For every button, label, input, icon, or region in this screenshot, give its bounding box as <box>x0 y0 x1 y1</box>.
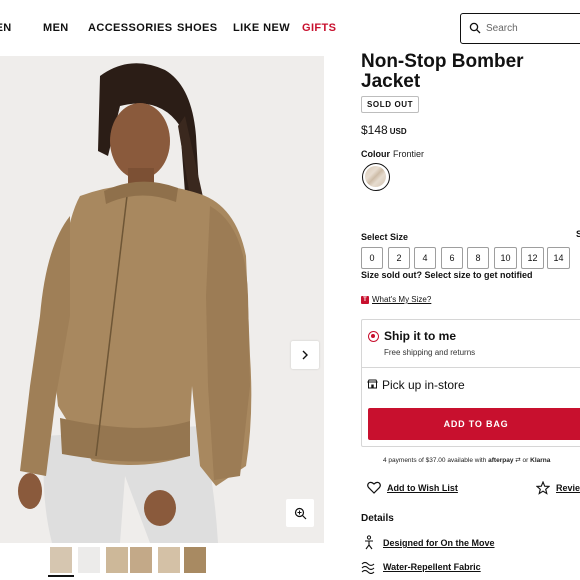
size-guide-edge-icon[interactable]: S <box>576 229 580 239</box>
person-running-icon <box>365 535 373 550</box>
payment-or: or <box>522 457 529 464</box>
nav-item-men[interactable]: MEN <box>43 22 69 34</box>
ship-option-subtitle: Free shipping and returns <box>384 348 476 357</box>
detail-item[interactable]: Designed for On the Move <box>361 535 495 551</box>
thumbnail-1[interactable] <box>48 547 74 577</box>
thumbnail-2[interactable] <box>78 547 100 573</box>
nav-item-shoes[interactable]: SHOES <box>177 22 218 34</box>
detail-label: Designed for On the Move <box>383 538 495 548</box>
product-title: Non-Stop Bomber Jacket <box>361 51 524 92</box>
nav-item-gifts[interactable]: GIFTS <box>302 22 336 34</box>
afterpay-icon: ⇄ <box>515 457 521 464</box>
store-icon <box>367 379 378 389</box>
zoom-in-icon <box>294 507 306 519</box>
search-input[interactable] <box>486 20 580 37</box>
price-currency: USD <box>389 127 407 136</box>
reviews-label: Review <box>556 483 580 493</box>
product-photo[interactable] <box>0 56 324 543</box>
size-guide-link[interactable]: T What's My Size? <box>361 295 431 304</box>
swatch-fill <box>365 166 386 187</box>
next-image-button[interactable] <box>291 341 319 369</box>
size-option[interactable]: 6 <box>441 247 463 269</box>
colour-label: Colour <box>361 149 390 159</box>
thumbnail-6[interactable] <box>184 547 206 573</box>
sold-out-note: Size sold out? Select size to get notifi… <box>361 270 533 280</box>
detail-item[interactable]: Water-Repellent Fabric <box>361 560 481 574</box>
search-box[interactable] <box>460 13 580 44</box>
wishlist-label: Add to Wish List <box>387 482 458 493</box>
payment-options: 4 payments of $37.00 available with afte… <box>383 456 550 464</box>
size-label: Select Size <box>361 232 409 242</box>
thumbnail-strip <box>0 543 324 580</box>
product-price: $148 USD <box>361 123 407 137</box>
add-to-bag-button[interactable]: ADD TO BAG <box>368 408 580 440</box>
size-option[interactable]: 4 <box>414 247 436 269</box>
size-option[interactable]: 0 <box>361 247 383 269</box>
chevron-right-icon <box>302 350 308 360</box>
thumbnail-3[interactable] <box>106 547 128 573</box>
top-navigation: MEN MEN ACCESSORIES SHOES LIKE NEW GIFTS <box>0 0 580 56</box>
size-option[interactable]: 14 <box>547 247 570 269</box>
payment-text: 4 payments of $37.00 available with <box>383 457 487 464</box>
product-image-gallery <box>0 56 324 543</box>
colour-value: Frontier <box>393 149 425 159</box>
size-option[interactable]: 8 <box>467 247 489 269</box>
size-guide-label: What's My Size? <box>372 295 432 304</box>
star-icon <box>536 481 550 495</box>
reviews-link[interactable]: Review <box>536 481 580 495</box>
nav-item-accessories[interactable]: ACCESSORIES <box>88 22 172 34</box>
divider <box>362 367 580 368</box>
heart-icon <box>367 481 381 494</box>
status-badge: SOLD OUT <box>361 96 420 113</box>
ship-option-title[interactable]: Ship it to me <box>384 329 456 343</box>
water-waves-icon <box>361 561 375 574</box>
colour-swatch-frontier[interactable] <box>362 163 390 191</box>
nav-item-women[interactable]: MEN <box>0 22 12 34</box>
search-icon <box>469 22 481 34</box>
afterpay-logo[interactable]: afterpay <box>488 457 513 464</box>
size-option[interactable]: 10 <box>494 247 517 269</box>
size-option[interactable]: 2 <box>388 247 410 269</box>
size-guide-badge: T <box>361 295 369 304</box>
thumbnail-4[interactable] <box>130 547 152 573</box>
klarna-logo[interactable]: Klarna <box>530 457 550 464</box>
thumbnail-5[interactable] <box>158 547 180 573</box>
zoom-button[interactable] <box>286 499 314 527</box>
detail-label: Water-Repellent Fabric <box>383 562 481 572</box>
nav-item-like-new[interactable]: LIKE NEW <box>233 22 290 34</box>
ship-radio[interactable] <box>368 331 379 342</box>
pickup-option-title[interactable]: Pick up in-store <box>382 378 465 392</box>
size-option[interactable]: 12 <box>521 247 544 269</box>
details-heading: Details <box>361 513 394 524</box>
price-amount: $148 <box>361 123 388 137</box>
add-to-wishlist[interactable]: Add to Wish List <box>367 481 458 494</box>
